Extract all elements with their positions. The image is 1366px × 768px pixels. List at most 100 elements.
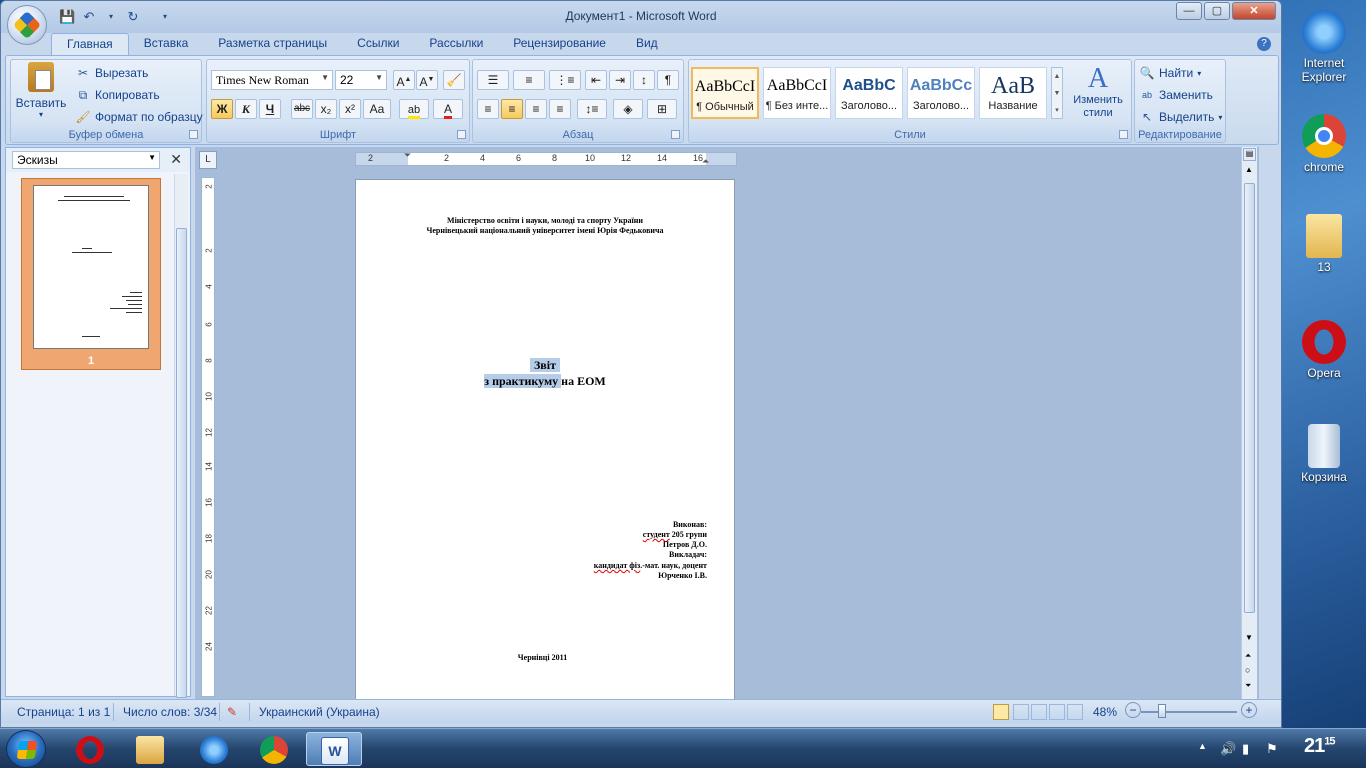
styles-dialog-launcher[interactable] (1119, 130, 1128, 139)
tab-page-layout[interactable]: Разметка страницы (203, 33, 342, 55)
style-no-spacing[interactable]: AaBbCcI ¶ Без инте... (763, 67, 831, 119)
pane-scrollbar-thumb[interactable] (176, 228, 187, 698)
select-button[interactable]: ↖ Выделить ▾ (1139, 109, 1222, 125)
scroll-down-icon[interactable]: ▼ (1245, 633, 1253, 642)
align-left-icon[interactable]: ≡ (477, 99, 499, 119)
proofing-icon[interactable]: ✎ (227, 705, 237, 719)
taskbar-word[interactable]: W (306, 732, 362, 766)
increase-indent-icon[interactable]: ⇥ (609, 70, 631, 90)
borders-icon[interactable]: ⊞ (647, 99, 677, 119)
taskbar-chrome[interactable] (246, 732, 302, 766)
scroll-up-icon[interactable]: ▲ (1245, 165, 1253, 174)
start-button[interactable] (6, 730, 46, 768)
taskbar-opera[interactable] (62, 732, 118, 766)
status-word-count[interactable]: Число слов: 3/34 (123, 705, 217, 719)
view-full-screen-icon[interactable] (1013, 704, 1029, 720)
vertical-scrollbar[interactable]: ▤ ▲ ▼ ⏶ ○ ⏷ (1241, 147, 1257, 699)
next-page-icon[interactable]: ⏷ (1245, 681, 1251, 691)
tab-view[interactable]: Вид (621, 33, 673, 55)
change-styles-button[interactable]: A Изменить стили (1069, 64, 1127, 120)
align-center-icon[interactable]: ≡ (501, 99, 523, 119)
style-heading2[interactable]: AaBbCc Заголово... (907, 67, 975, 119)
decrease-indent-icon[interactable]: ⇤ (585, 70, 607, 90)
pane-scrollbar[interactable] (174, 174, 188, 698)
right-indent-marker[interactable]: ⏶ (702, 156, 709, 167)
font-color-button[interactable]: A (433, 99, 463, 119)
vertical-ruler[interactable]: 2 2 4 6 8 10 12 14 16 18 20 22 24 (201, 177, 215, 697)
pane-view-select[interactable]: Эскизы ▼ (12, 151, 160, 169)
paste-button[interactable]: Вставить ▾ (15, 62, 67, 119)
zoom-out-button[interactable]: − (1125, 702, 1141, 718)
prev-page-icon[interactable]: ⏶ (1245, 651, 1251, 661)
shrink-font-button[interactable]: A▼ (416, 70, 438, 90)
close-icon[interactable]: ✕ (170, 151, 182, 168)
shading-icon[interactable]: ◈ (613, 99, 643, 119)
status-page[interactable]: Страница: 1 из 1 (17, 705, 110, 719)
help-icon[interactable]: ? (1257, 37, 1271, 51)
underline-button[interactable]: Ч (259, 99, 281, 119)
view-print-layout-icon[interactable] (993, 704, 1009, 720)
close-button[interactable]: ✕ (1232, 2, 1276, 20)
tab-mailings[interactable]: Рассылки (414, 33, 498, 55)
align-right-icon[interactable]: ≡ (525, 99, 547, 119)
horizontal-ruler[interactable]: 2 2 4 6 8 10 12 14 16 ⏷ ⏶ (355, 150, 737, 167)
justify-icon[interactable]: ≡ (549, 99, 571, 119)
cut-button[interactable]: ✂ Вырезать (75, 65, 148, 81)
taskbar-explorer[interactable] (122, 732, 178, 766)
clipboard-dialog-launcher[interactable] (189, 130, 198, 139)
style-normal[interactable]: AaBbCcI ¶ Обычный (691, 67, 759, 119)
browse-object-icon[interactable]: ○ (1245, 665, 1250, 675)
clear-formatting-icon[interactable]: 🧹 (443, 70, 465, 90)
zoom-slider-knob[interactable] (1158, 704, 1166, 718)
replace-button[interactable]: ab Заменить (1139, 87, 1213, 103)
zoom-in-button[interactable]: + (1241, 702, 1257, 718)
page-thumbnail[interactable]: 1 (21, 178, 161, 370)
show-marks-icon[interactable]: ¶ (657, 70, 679, 90)
desktop-icon-internet-explorer[interactable]: Internet Explorer (1286, 10, 1362, 84)
zoom-level[interactable]: 48% (1093, 705, 1117, 719)
style-title[interactable]: AaB Название (979, 67, 1047, 119)
document-page[interactable]: Міністерство освіти і науки, молоді та с… (355, 179, 735, 699)
ruler-toggle-icon[interactable]: ▤ (1243, 148, 1256, 161)
taskbar-internet-explorer[interactable] (186, 732, 242, 766)
tab-home[interactable]: Главная (51, 33, 129, 55)
show-hidden-icons[interactable]: ▲ (1198, 741, 1207, 751)
numbering-icon[interactable]: ≡ (513, 70, 545, 90)
minimize-button[interactable]: — (1176, 2, 1202, 20)
font-size-combo[interactable]: 22 ▼ (335, 70, 387, 90)
find-button[interactable]: 🔍 Найти ▾ (1139, 65, 1202, 81)
format-painter-button[interactable]: 🖌 Формат по образцу (75, 109, 202, 125)
styles-scroll[interactable]: ▲ ▼ ▾ (1051, 67, 1063, 119)
action-center-icon[interactable]: ⚑ (1266, 741, 1278, 757)
desktop-icon-folder[interactable]: 13 (1286, 214, 1362, 274)
tab-references[interactable]: Ссылки (342, 33, 414, 55)
maximize-button[interactable]: ▢ (1204, 2, 1230, 20)
desktop-icon-chrome[interactable]: chrome (1286, 114, 1362, 174)
bullets-icon[interactable]: ☰ (477, 70, 509, 90)
first-line-indent-marker[interactable]: ⏷ (404, 150, 411, 161)
change-case-button[interactable]: Aa (363, 99, 391, 119)
scrollbar-thumb[interactable] (1244, 183, 1255, 613)
strikethrough-button[interactable]: abc (291, 99, 313, 119)
tab-insert[interactable]: Вставка (129, 33, 204, 55)
status-language[interactable]: Украинский (Украина) (259, 705, 380, 719)
view-draft-icon[interactable] (1067, 704, 1083, 720)
multilevel-list-icon[interactable]: ⋮≡ (549, 70, 581, 90)
desktop-icon-recycle-bin[interactable]: Корзина (1286, 424, 1362, 484)
sort-icon[interactable]: ↕ (633, 70, 655, 90)
line-spacing-icon[interactable]: ↕≡ (577, 99, 607, 119)
desktop-icon-opera[interactable]: Opera (1286, 320, 1362, 380)
superscript-button[interactable]: x² (339, 99, 361, 119)
clock[interactable]: 2115 (1304, 735, 1336, 758)
tab-review[interactable]: Рецензирование (498, 33, 621, 55)
style-heading1[interactable]: AaBbC Заголово... (835, 67, 903, 119)
grow-font-button[interactable]: A▲ (393, 70, 415, 90)
view-outline-icon[interactable] (1049, 704, 1065, 720)
copy-button[interactable]: ⧉ Копировать (75, 87, 160, 103)
bold-button[interactable]: Ж (211, 99, 233, 119)
office-button[interactable] (7, 5, 47, 45)
paragraph-dialog-launcher[interactable] (671, 130, 680, 139)
volume-icon[interactable]: 🔊 (1220, 741, 1236, 757)
view-web-layout-icon[interactable] (1031, 704, 1047, 720)
font-name-combo[interactable]: Times New Roman ▼ (211, 70, 333, 90)
